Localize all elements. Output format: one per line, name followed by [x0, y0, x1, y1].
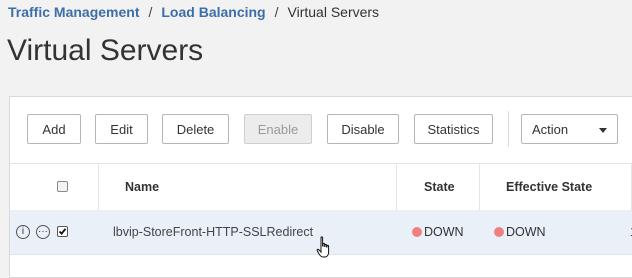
- breadcrumb-current: Virtual Servers: [287, 4, 380, 20]
- add-button[interactable]: Add: [27, 114, 81, 144]
- row-name[interactable]: lbvip-StoreFront-HTTP-SSLRedirect: [113, 210, 313, 254]
- column-header-effective-state[interactable]: Effective State: [506, 164, 592, 210]
- column-divider: [396, 164, 397, 210]
- status-dot-icon: [494, 227, 504, 237]
- hand-pointer-icon: [316, 236, 330, 258]
- row-effective-state: DOWN: [494, 210, 546, 254]
- column-divider: [479, 164, 480, 210]
- delete-button[interactable]: Delete: [162, 114, 229, 144]
- breadcrumb: Traffic Management / Load Balancing / Virtua…: [8, 4, 379, 20]
- toolbar-divider: [508, 111, 509, 147]
- row-checkbox[interactable]: [57, 226, 68, 237]
- breadcrumb-traffic-management[interactable]: Traffic Management: [8, 4, 139, 20]
- column-header-name[interactable]: Name: [125, 164, 159, 210]
- table-header: Name State Effective State: [10, 163, 632, 211]
- column-divider: [98, 164, 99, 210]
- breadcrumb-separator: /: [274, 4, 279, 20]
- more-options-icon[interactable]: ···: [36, 225, 50, 239]
- breadcrumb-separator: /: [148, 4, 153, 20]
- action-dropdown-label: Action: [532, 122, 569, 137]
- column-header-state[interactable]: State: [424, 164, 455, 210]
- row-effective-state-label: DOWN: [506, 225, 546, 239]
- page-title: Virtual Servers: [7, 34, 204, 67]
- chevron-down-icon: [599, 128, 607, 133]
- toolbar: Add Edit Delete Enable Disable Statistic…: [10, 97, 632, 163]
- status-dot-icon: [412, 227, 422, 237]
- edit-button[interactable]: Edit: [95, 114, 148, 144]
- select-all-checkbox[interactable]: [57, 181, 68, 192]
- enable-button[interactable]: Enable: [244, 114, 312, 144]
- checkmark-icon: [58, 228, 67, 235]
- row-state: DOWN: [412, 210, 464, 254]
- breadcrumb-load-balancing[interactable]: Load Balancing: [161, 4, 265, 20]
- row-state-label: DOWN: [424, 225, 464, 239]
- statistics-button[interactable]: Statistics: [414, 114, 493, 144]
- action-dropdown[interactable]: Action: [521, 114, 618, 144]
- disable-button[interactable]: Disable: [327, 114, 399, 144]
- info-icon[interactable]: i: [16, 225, 30, 239]
